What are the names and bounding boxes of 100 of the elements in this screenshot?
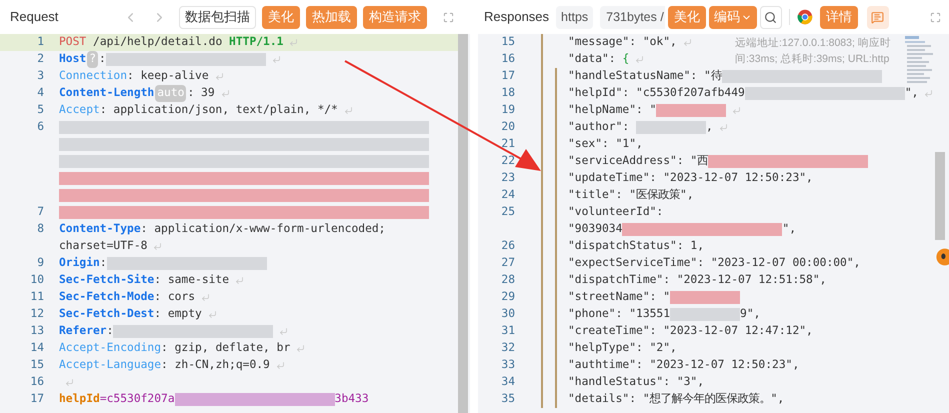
comment-icon	[871, 10, 884, 24]
line-number: 19	[501, 103, 515, 116]
search-button[interactable]	[760, 6, 782, 28]
return-icon	[272, 55, 281, 64]
line-number: 34	[501, 375, 515, 388]
protocol-chip: https	[556, 6, 594, 28]
action-button[interactable]: 热加载	[306, 6, 357, 28]
response-info: 远端地址:127.0.0.1:8083; 响应时 间:33ms; 总耗时:39ms; URL:http	[735, 35, 891, 67]
browser-icon[interactable]	[796, 9, 813, 25]
line-number: 17	[501, 69, 515, 82]
line-number: 29	[501, 290, 515, 304]
line-number: 12	[30, 307, 44, 320]
scan-button[interactable]: 数据包扫描	[179, 6, 256, 28]
comment-button[interactable]	[866, 6, 889, 28]
line-number: 7	[37, 205, 44, 218]
return-icon	[635, 55, 644, 64]
line-number: 2	[37, 52, 44, 66]
code-text: "sex": "1",	[568, 136, 643, 152]
fullscreen-icon[interactable]	[443, 12, 454, 22]
return-icon	[276, 361, 285, 370]
code-text: : zh-CN,zh;q=0.9	[161, 357, 270, 374]
line-number: 22	[501, 154, 515, 168]
return-icon	[682, 38, 692, 47]
scrollbar[interactable]	[935, 152, 945, 240]
code-text: "streetName": "	[568, 289, 670, 306]
line-number: 24	[501, 188, 515, 202]
line-number: 15	[30, 358, 44, 372]
code-text: "handleStatusName": "待	[568, 68, 722, 84]
line-number: 3	[37, 69, 44, 82]
code-text: =c5530f207a	[100, 391, 175, 408]
panel-title: Request	[10, 8, 58, 26]
return-icon	[220, 89, 230, 98]
code-text: : gzip, deflate, br	[161, 340, 290, 356]
line-number: 28	[501, 273, 515, 286]
code-text: "authtime": "2023-12-07 12:50:23",	[568, 357, 800, 374]
line-number: 26	[501, 239, 515, 252]
line-number: 35	[501, 392, 515, 406]
line-number: 16	[30, 375, 44, 388]
code-text: "dispatchStatus": 1,	[568, 238, 704, 254]
code-text: ,	[706, 119, 713, 136]
action-button[interactable]: 美化	[262, 6, 300, 28]
return-icon	[344, 106, 353, 115]
line-number: 10	[30, 273, 44, 286]
code-text: /api/help/detail.do	[92, 34, 224, 50]
line-number: 11	[30, 290, 44, 304]
scrollbar[interactable]	[458, 34, 468, 413]
code-text: :	[106, 323, 114, 340]
code-text: 3b433	[334, 391, 369, 408]
code-text: Accept-Language	[59, 357, 162, 374]
line-number: 13	[30, 324, 44, 338]
action-button[interactable]: 构造请求	[363, 6, 427, 28]
return-icon	[732, 106, 742, 115]
request-editor[interactable]	[0, 34, 470, 413]
details-button[interactable]: 详情	[820, 6, 858, 28]
code-text: :	[99, 51, 106, 68]
code-text: : cors	[154, 289, 196, 306]
line-number: 17	[30, 392, 44, 406]
return-icon	[289, 38, 298, 47]
code-text: charset=UTF-8	[59, 238, 148, 254]
line-number: 30	[501, 307, 515, 320]
return-icon	[153, 242, 162, 251]
action-button[interactable]: 美化	[668, 6, 706, 28]
line-number: 5	[37, 103, 44, 116]
return-icon	[924, 89, 934, 98]
code-text: : empty	[154, 306, 202, 322]
line-number: 1	[37, 35, 44, 48]
line-number: 20	[501, 120, 515, 134]
code-text: "serviceAddress": "西	[568, 153, 708, 170]
code-text: "details": "想了解今年的医保政策。",	[568, 391, 784, 408]
code-text: : 39	[187, 85, 215, 102]
line-number: 4	[37, 86, 44, 100]
code-text: Referer	[59, 323, 107, 340]
line-number: 15	[501, 35, 515, 48]
code-text: Sec-Fetch-Dest	[59, 306, 154, 322]
code-text: Sec-Fetch-Mode	[59, 289, 154, 306]
code-text: helpId	[59, 391, 100, 408]
line-number: 31	[501, 324, 515, 338]
line-number: 9	[37, 256, 44, 270]
line-number: 27	[501, 256, 515, 270]
code-text: "data":	[568, 51, 617, 68]
code-text: ",	[904, 85, 918, 102]
code-text: "title": "医保政策",	[568, 187, 694, 204]
code-text: Sec-Fetch-Site	[59, 272, 154, 288]
encoding-dropdown[interactable]: 编码	[708, 6, 757, 28]
line-number: 32	[501, 341, 515, 354]
code-text: "author":	[568, 119, 630, 136]
fullscreen-icon[interactable]	[930, 12, 941, 22]
line-number: 6	[37, 120, 44, 134]
line-number: 14	[30, 341, 44, 354]
code-text: Origin	[59, 255, 100, 272]
code-text: "helpId": "c5530f207afb449	[568, 85, 745, 102]
code-text: "helpName": "	[568, 102, 656, 118]
code-text: "updateTime": "2023-12-07 12:50:23",	[568, 170, 813, 186]
code-text: : application/json, text/plain, */*	[100, 102, 338, 118]
code-text: "expectServiceTime": "2023-12-07 00:00:00",	[568, 255, 860, 272]
return-icon	[235, 276, 244, 285]
line-number: 16	[501, 52, 515, 66]
line-number: 25	[501, 205, 515, 218]
code-text: Content-Type	[59, 221, 141, 238]
response-viewer[interactable]	[478, 34, 949, 413]
